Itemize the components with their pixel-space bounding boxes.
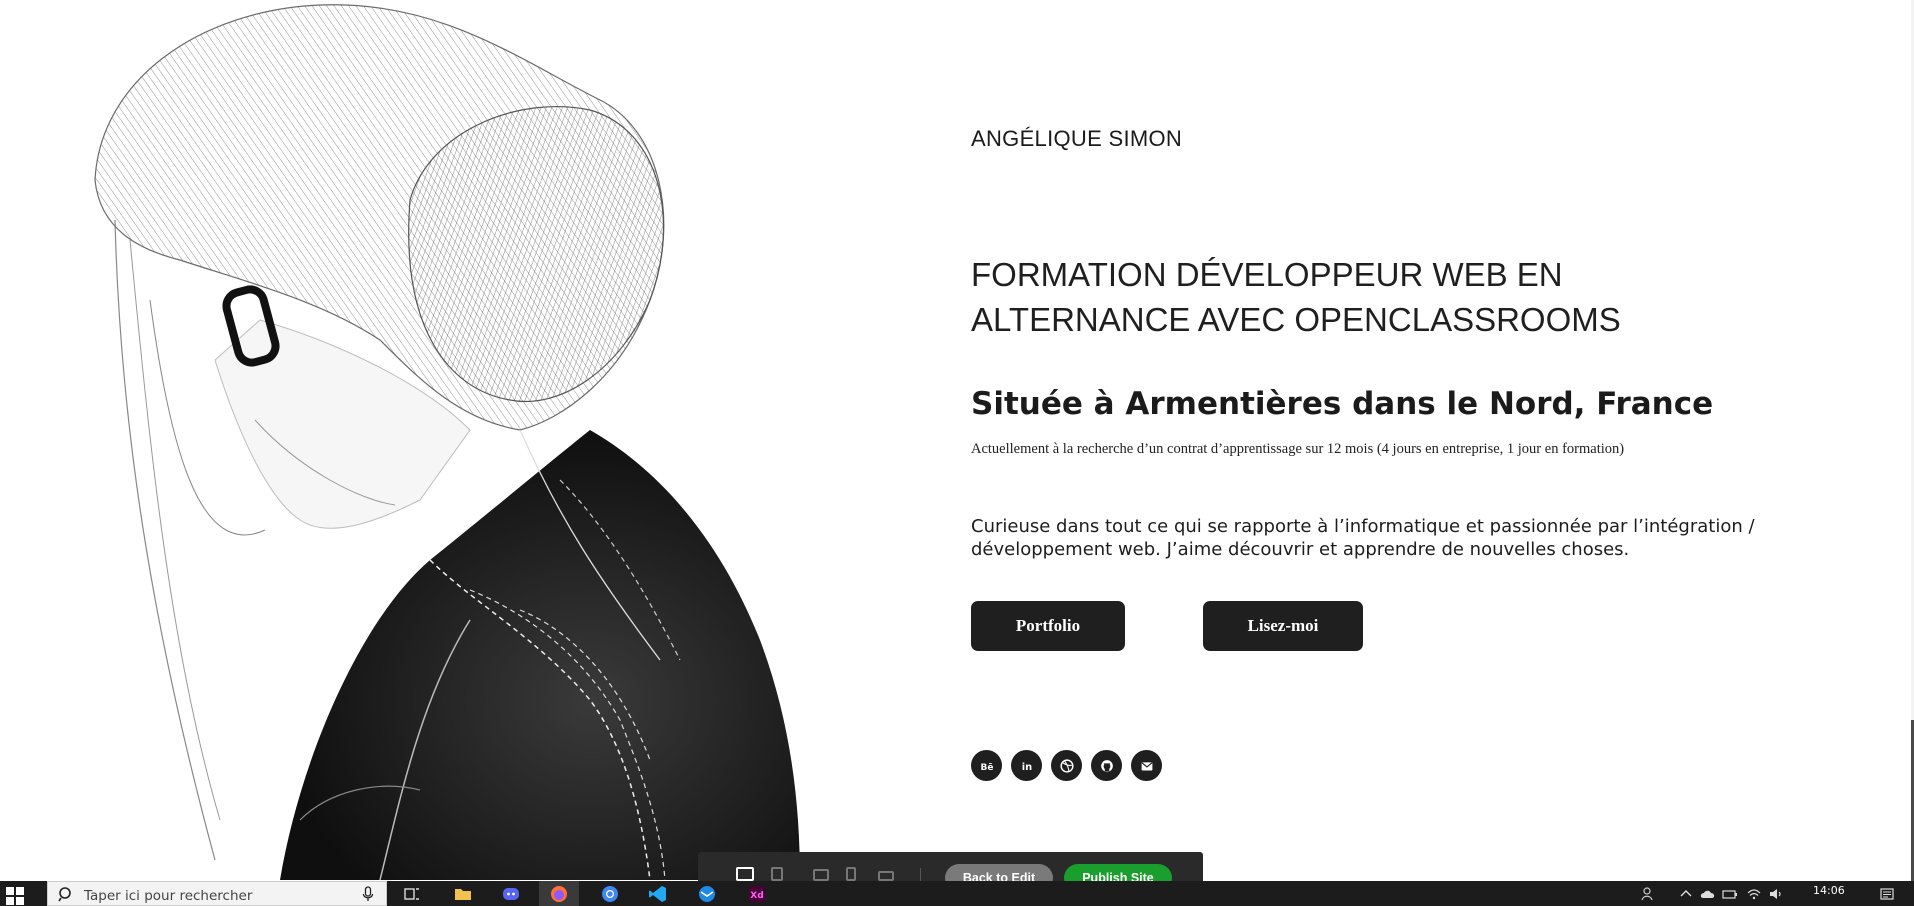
bio-paragraph: Curieuse dans tout ce qui se rapporte à …	[971, 516, 1755, 560]
mobile-view-icon[interactable]	[878, 871, 894, 881]
github-icon	[1100, 759, 1113, 772]
toolbar-divider	[920, 868, 921, 882]
taskbar-app-adobe-xd[interactable]: Xd	[737, 881, 777, 906]
owner-name: ANGÉLIQUE SIMON	[971, 126, 1183, 151]
desktop-view-icon[interactable]	[736, 867, 754, 881]
chrome-icon	[602, 885, 618, 902]
github-link[interactable]	[1091, 750, 1122, 781]
notifications-icon[interactable]	[1878, 885, 1896, 903]
laptop-view-icon[interactable]	[771, 867, 783, 881]
battery-icon[interactable]	[1721, 885, 1739, 903]
readme-button[interactable]: Lisez-moi	[1203, 601, 1363, 651]
tablet-portrait-icon[interactable]	[846, 867, 856, 881]
dribbble-icon	[1059, 758, 1074, 773]
discord-icon	[503, 887, 519, 900]
svg-text:in: in	[1021, 762, 1031, 773]
linkedin-icon: in	[1021, 762, 1031, 773]
speaker-icon[interactable]	[1767, 885, 1785, 903]
wifi-icon[interactable]	[1745, 885, 1763, 903]
firefox-icon	[551, 885, 567, 902]
linkedin-link[interactable]: in	[1011, 750, 1042, 781]
people-icon[interactable]	[1640, 885, 1658, 903]
folder-icon	[455, 888, 471, 900]
thunderbird-icon	[699, 885, 715, 902]
site-editor-toolbar: Back to Edit Publish Site	[698, 852, 1203, 892]
job-search-text: Actuellement à la recherche d’un contrat…	[971, 441, 1625, 457]
chevron-up-icon[interactable]	[1677, 885, 1695, 903]
windows-start-icon[interactable]	[6, 887, 24, 905]
social-links: Bē in	[971, 750, 1162, 781]
task-view-icon	[404, 887, 419, 900]
vscode-icon	[649, 885, 666, 902]
portfolio-button[interactable]: Portfolio	[971, 601, 1125, 651]
taskbar-app-firefox[interactable]	[539, 881, 579, 906]
taskbar-search-box[interactable]: Taper ici pour rechercher	[47, 881, 387, 906]
page-headline: FORMATION DÉVELOPPEUR WEB EN ALTERNANCE …	[971, 256, 1621, 338]
taskbar-app-explorer[interactable]	[443, 881, 483, 906]
taskbar-search-placeholder: Taper ici pour rechercher	[84, 888, 253, 904]
svg-text:Bē: Bē	[980, 763, 993, 773]
tablet-landscape-icon[interactable]	[813, 869, 829, 881]
windows-taskbar: Taper ici pour rechercher Xd 14:06	[0, 881, 1914, 906]
email-icon	[1141, 761, 1152, 770]
hero-illustration	[94, 4, 800, 880]
microphone-icon[interactable]	[362, 886, 374, 902]
taskbar-clock[interactable]: 14:06	[1813, 884, 1845, 897]
cloud-icon[interactable]	[1699, 885, 1717, 903]
dribbble-link[interactable]	[1051, 750, 1082, 781]
taskbar-app-chrome[interactable]	[590, 881, 630, 906]
email-link[interactable]	[1131, 750, 1162, 781]
location-heading: Située à Armentières dans le Nord, Franc…	[971, 386, 1714, 422]
behance-link[interactable]: Bē	[971, 750, 1002, 781]
search-icon	[58, 887, 71, 902]
taskbar-app-vscode[interactable]	[638, 881, 678, 906]
taskbar-app-discord[interactable]	[491, 881, 531, 906]
adobe-xd-icon: Xd	[749, 885, 765, 902]
task-view-button[interactable]	[392, 881, 432, 906]
svg-text:Xd: Xd	[750, 891, 763, 901]
taskbar-app-thunderbird[interactable]	[687, 881, 727, 906]
behance-icon: Bē	[980, 763, 993, 773]
